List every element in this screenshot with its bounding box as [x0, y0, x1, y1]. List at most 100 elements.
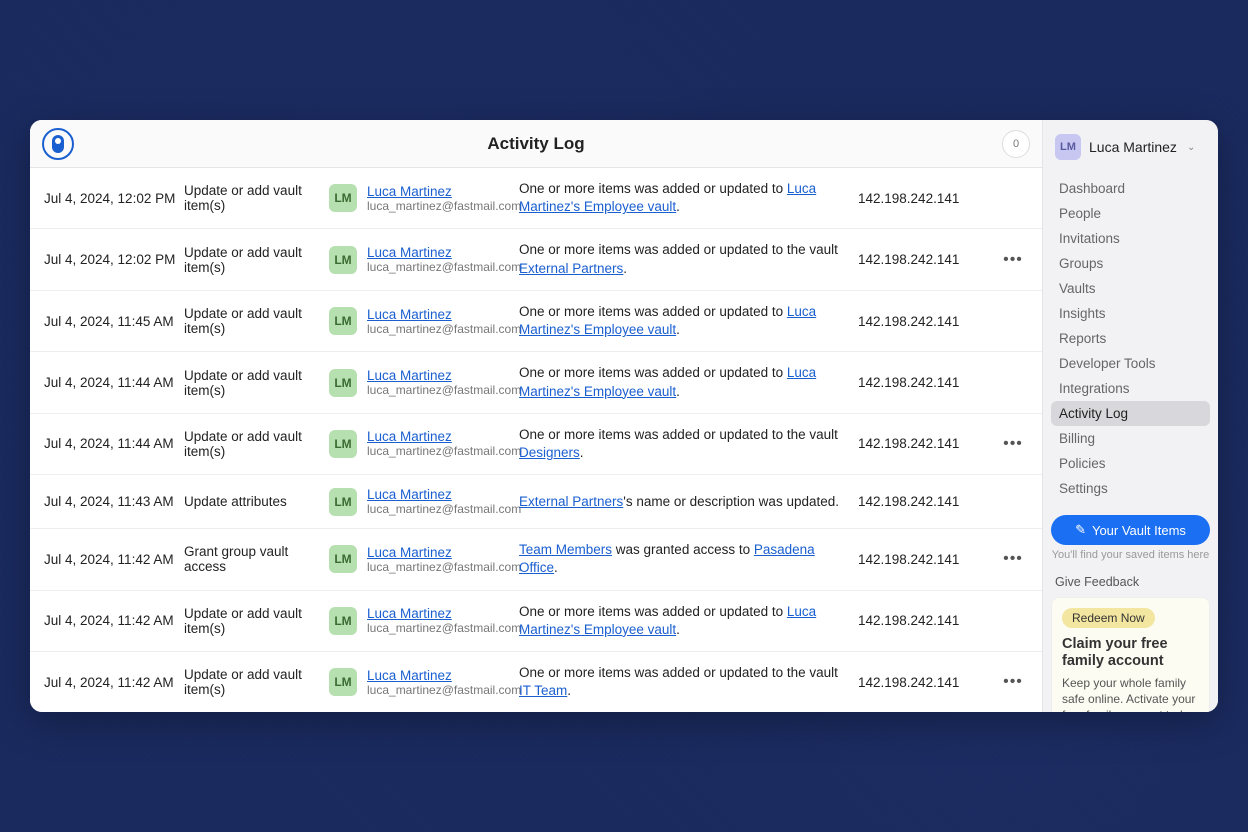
nav-item-groups[interactable]: Groups — [1051, 251, 1210, 276]
user-email: luca_martinez@fastmail.com — [367, 383, 521, 397]
cell-ip: 142.198.242.141 — [858, 252, 998, 267]
table-row: Jul 4, 2024, 12:02 PMUpdate or add vault… — [30, 168, 1042, 229]
account-menu[interactable]: LM Luca Martinez ⌄ — [1051, 130, 1210, 164]
avatar: LM — [329, 307, 357, 335]
row-menu-button[interactable]: ••• — [998, 550, 1028, 568]
nav-item-people[interactable]: People — [1051, 201, 1210, 226]
detail-link[interactable]: External Partners — [519, 261, 623, 276]
user-link[interactable]: Luca Martinez — [367, 368, 521, 383]
nav-item-integrations[interactable]: Integrations — [1051, 376, 1210, 401]
your-vault-items-button[interactable]: ✎ Your Vault Items — [1051, 515, 1210, 545]
cell-date: Jul 4, 2024, 11:42 AM — [44, 613, 184, 628]
cell-user: LMLuca Martinezluca_martinez@fastmail.co… — [329, 245, 519, 274]
user-link[interactable]: Luca Martinez — [367, 429, 521, 444]
nav-item-insights[interactable]: Insights — [1051, 301, 1210, 326]
row-menu-button[interactable]: ••• — [998, 435, 1028, 453]
cell-user: LM Luca Martinezluca_martinez@fastmail.co… — [329, 368, 519, 397]
nav-list: DashboardPeopleInvitationsGroupsVaultsIn… — [1051, 176, 1210, 501]
cell-ip: 142.198.242.141 — [858, 436, 998, 451]
cell-date: Jul 4, 2024, 11:42 AM — [44, 675, 184, 690]
cell-action: Update or add vault item(s) — [184, 183, 329, 213]
detail-link[interactable]: Team Members — [519, 542, 612, 557]
avatar: LM — [329, 369, 357, 397]
user-email: luca_martinez@fastmail.com — [367, 444, 521, 458]
give-feedback-link[interactable]: Give Feedback — [1051, 575, 1210, 589]
cell-details: One or more items was added or updated t… — [519, 664, 858, 700]
cell-ip: 142.198.242.141 — [858, 314, 998, 329]
nav-item-invitations[interactable]: Invitations — [1051, 226, 1210, 251]
detail-link[interactable]: External Partners — [519, 494, 623, 509]
user-email: luca_martinez@fastmail.com — [367, 560, 521, 574]
avatar: LM — [329, 607, 357, 635]
cell-details: Team Members was granted access to Pasad… — [519, 541, 858, 577]
cell-date: Jul 4, 2024, 12:02 PM — [44, 191, 184, 206]
user-email: luca_martinez@fastmail.com — [367, 322, 521, 336]
detail-link[interactable]: Luca Martinez's Employee vault — [519, 304, 816, 337]
cell-user: LM Luca Martinezluca_martinez@fastmail.co… — [329, 545, 519, 574]
cell-ip: 142.198.242.141 — [858, 675, 998, 690]
vault-hint: You'll find your saved items here — [1051, 549, 1210, 561]
nav-item-settings[interactable]: Settings — [1051, 476, 1210, 501]
row-menu-button[interactable]: ••• — [998, 673, 1028, 691]
app-logo-icon — [42, 128, 74, 160]
row-menu-button[interactable]: ••• — [998, 251, 1028, 269]
cell-ip: 142.198.242.141 — [858, 613, 998, 628]
cell-date: Jul 4, 2024, 11:44 AM — [44, 375, 184, 390]
nav-item-developer-tools[interactable]: Developer Tools — [1051, 351, 1210, 376]
chevron-down-icon: ⌄ — [1187, 142, 1195, 153]
account-name: Luca Martinez — [1089, 139, 1177, 155]
avatar: LM — [329, 545, 357, 573]
user-email: luca_martinez@fastmail.com — [367, 502, 521, 516]
bell-count: 0 — [1013, 138, 1019, 150]
cell-details: One or more items was added or updated t… — [519, 603, 858, 639]
sidebar: LM Luca Martinez ⌄ DashboardPeopleInvita… — [1042, 120, 1218, 712]
user-link[interactable]: Luca Martinez — [367, 487, 521, 502]
detail-link[interactable]: Luca Martinez's Employee vault — [519, 365, 816, 398]
vault-icon: ✎ — [1075, 522, 1086, 538]
detail-link[interactable]: Luca Martinez's Employee vault — [519, 604, 816, 637]
cell-date: Jul 4, 2024, 11:44 AM — [44, 436, 184, 451]
nav-item-activity-log[interactable]: Activity Log — [1051, 401, 1210, 426]
promo-badge[interactable]: Redeem Now — [1062, 608, 1155, 628]
detail-link[interactable]: Luca Martinez's Employee vault — [519, 181, 816, 214]
cell-user: LM Luca Martinezluca_martinez@fastmail.co… — [329, 429, 519, 458]
cell-date: Jul 4, 2024, 11:45 AM — [44, 314, 184, 329]
promo-card: Redeem Now Claim your free family accoun… — [1051, 597, 1210, 712]
notifications-button[interactable]: 0 — [1002, 130, 1030, 158]
nav-item-dashboard[interactable]: Dashboard — [1051, 176, 1210, 201]
cell-details: One or more items was added or updated t… — [519, 241, 858, 277]
avatar: LM — [329, 430, 357, 458]
detail-link[interactable]: Designers — [519, 445, 580, 460]
user-email: luca_martinez@fastmail.com — [367, 621, 521, 635]
cell-date: Jul 4, 2024, 12:02 PM — [44, 252, 184, 267]
nav-item-policies[interactable]: Policies — [1051, 451, 1210, 476]
detail-link[interactable]: IT Team — [519, 683, 567, 698]
nav-item-vaults[interactable]: Vaults — [1051, 276, 1210, 301]
table-row: Jul 4, 2024, 11:42 AMGrant group vault a… — [30, 529, 1042, 590]
user-link[interactable]: Luca Martinez — [367, 307, 521, 322]
user-email: luca_martinez@fastmail.com — [367, 199, 521, 213]
cell-details: One or more items was added or updated t… — [519, 180, 858, 216]
nav-item-billing[interactable]: Billing — [1051, 426, 1210, 451]
table-row: Jul 4, 2024, 11:42 AMUpdate or add vault… — [30, 591, 1042, 652]
promo-heading: Claim your free family account — [1062, 636, 1199, 671]
avatar: LM — [329, 488, 357, 516]
page-title: Activity Log — [487, 134, 584, 154]
user-link[interactable]: Luca Martinez — [367, 245, 521, 260]
cell-date: Jul 4, 2024, 11:43 AM — [44, 494, 184, 509]
user-email: luca_martinez@fastmail.com — [367, 260, 521, 274]
cell-details: External Partners's name or description … — [519, 493, 858, 511]
user-link[interactable]: Luca Martinez — [367, 545, 521, 560]
cell-user: LM Luca Martinezluca_martinez@fastmail.co… — [329, 307, 519, 336]
nav-item-reports[interactable]: Reports — [1051, 326, 1210, 351]
user-link[interactable]: Luca Martinez — [367, 606, 521, 621]
cell-action: Grant group vault access — [184, 544, 329, 574]
user-link[interactable]: Luca Martinez — [367, 184, 521, 199]
cell-action: Update or add vault item(s) — [184, 667, 329, 697]
table-row: Jul 4, 2024, 11:44 AMUpdate or add vault… — [30, 414, 1042, 475]
user-link[interactable]: Luca Martinez — [367, 668, 521, 683]
cell-action: Update or add vault item(s) — [184, 429, 329, 459]
avatar: LM — [1055, 134, 1081, 160]
cell-user: LM Luca Martinezluca_martinez@fastmail.co… — [329, 606, 519, 635]
cell-ip: 142.198.242.141 — [858, 494, 998, 509]
